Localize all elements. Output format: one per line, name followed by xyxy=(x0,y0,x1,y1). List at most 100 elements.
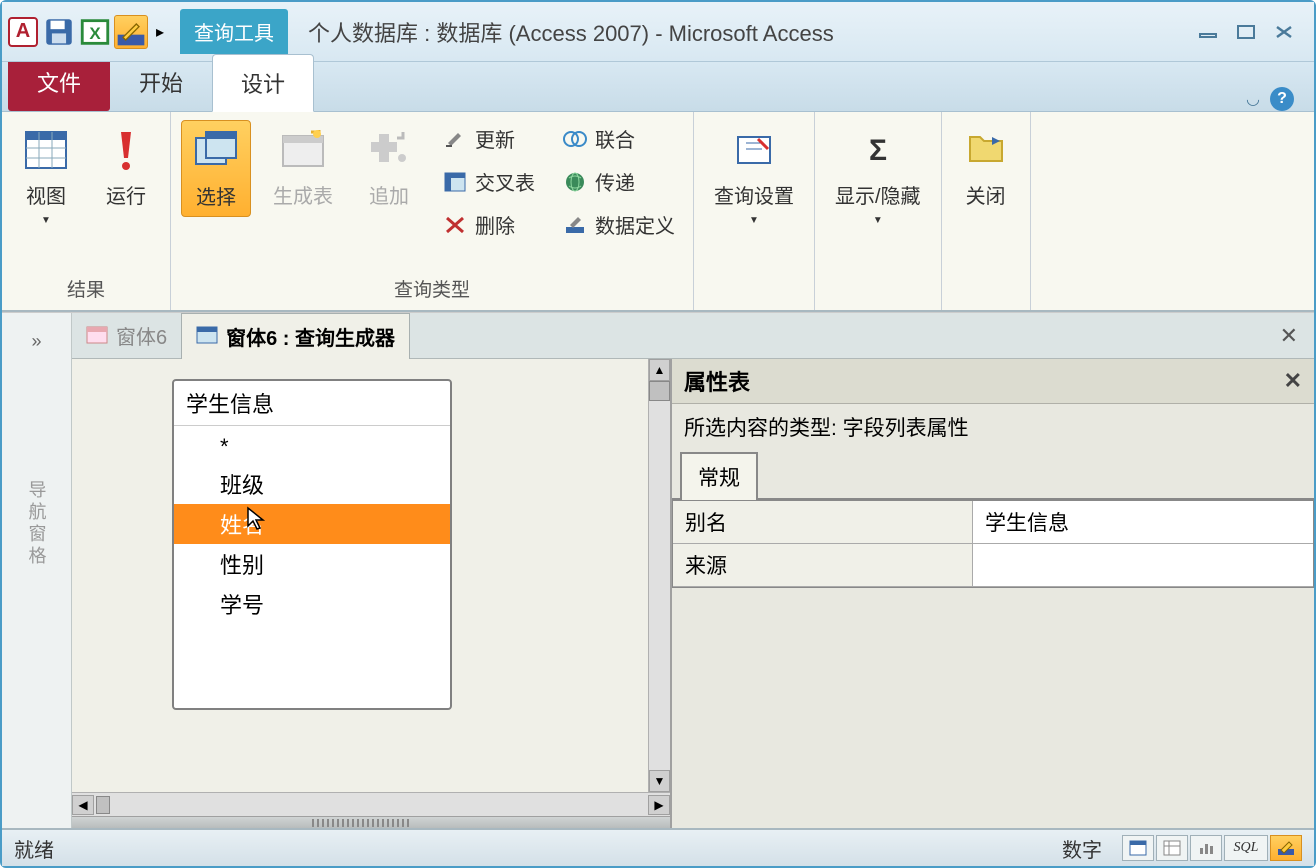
datadef-label: 数据定义 xyxy=(595,210,675,239)
design-view-button[interactable] xyxy=(1270,835,1302,861)
property-sheet: 属性表 ✕ 所选内容的类型: 字段列表属性 常规 别名 学生信息 来源 xyxy=(670,359,1314,828)
chart-view-button[interactable] xyxy=(1190,835,1222,861)
property-tab-general[interactable]: 常规 xyxy=(680,452,758,500)
group-label-results: 结果 xyxy=(12,271,160,306)
property-tabs: 常规 xyxy=(672,450,1314,500)
delete-icon xyxy=(443,213,467,237)
datadef-button[interactable]: 数据定义 xyxy=(555,206,683,243)
save-button[interactable] xyxy=(42,15,76,49)
qat-expand-button[interactable]: ▸ xyxy=(150,22,170,42)
scroll-down-button[interactable]: ▼ xyxy=(649,770,670,792)
query-icon xyxy=(196,326,218,346)
sigma-icon: Σ xyxy=(854,126,902,174)
hscroll-thumb[interactable] xyxy=(96,796,110,814)
svg-text:Σ: Σ xyxy=(869,134,887,167)
append-button[interactable]: 追加 xyxy=(355,120,423,215)
maketable-label: 生成表 xyxy=(273,180,333,209)
ribbon-help-area: ◡ ? xyxy=(1246,87,1314,111)
property-row-source[interactable]: 来源 xyxy=(673,544,1313,587)
scroll-thumb[interactable] xyxy=(649,381,670,401)
doc-tab-form-label: 窗体6 xyxy=(116,321,167,350)
query-setup-button[interactable]: 查询设置▼ xyxy=(704,120,804,232)
doc-tab-form[interactable]: 窗体6 xyxy=(72,313,181,358)
form-icon xyxy=(86,326,108,346)
table-field-list[interactable]: 学生信息 * 班级 姓名 性别 学号 xyxy=(172,379,452,710)
pane-splitter[interactable] xyxy=(72,816,670,828)
union-icon xyxy=(563,127,587,151)
close-label: 关闭 xyxy=(966,180,1006,209)
showhide-button[interactable]: Σ 显示/隐藏▼ xyxy=(825,120,931,232)
field-all[interactable]: * xyxy=(174,430,450,464)
view-button[interactable]: 视图 ▼ xyxy=(12,120,80,232)
doc-tab-querybuilder[interactable]: 窗体6 : 查询生成器 xyxy=(181,313,410,359)
datadef-icon xyxy=(563,213,587,237)
ribbon-group-close: 关闭 xyxy=(942,112,1031,310)
vertical-scrollbar[interactable]: ▲ ▼ xyxy=(648,359,670,792)
property-row-alias[interactable]: 别名 学生信息 xyxy=(673,501,1313,544)
scroll-up-button[interactable]: ▲ xyxy=(649,359,670,381)
datasheet-icon xyxy=(22,126,70,174)
nav-pane-label: 导航窗格 xyxy=(24,480,50,568)
union-button[interactable]: 联合 xyxy=(555,120,683,157)
property-grid: 别名 学生信息 来源 xyxy=(672,500,1314,588)
query-designer: 学生信息 * 班级 姓名 性别 学号 xyxy=(72,359,670,828)
property-header: 属性表 ✕ xyxy=(672,359,1314,404)
scroll-left-button[interactable]: ◀ xyxy=(72,795,94,815)
close-button[interactable] xyxy=(1270,21,1298,43)
delete-button[interactable]: 删除 xyxy=(435,206,543,243)
view-switcher: SQL xyxy=(1122,835,1302,861)
view-label: 视图 xyxy=(26,180,66,209)
field-class[interactable]: 班级 xyxy=(174,464,450,504)
showhide-label: 显示/隐藏 xyxy=(835,180,921,209)
setup-label: 查询设置 xyxy=(714,180,794,209)
prop-val-source[interactable] xyxy=(973,544,1313,586)
maketable-button[interactable]: 生成表 xyxy=(263,120,343,215)
ribbon-group-setup: 查询设置▼ xyxy=(694,112,815,310)
context-tab-label: 查询工具 xyxy=(180,9,288,54)
scroll-right-button[interactable]: ▶ xyxy=(648,795,670,815)
union-label: 联合 xyxy=(595,124,635,153)
append-icon xyxy=(365,126,413,174)
help-button[interactable]: ? xyxy=(1270,87,1294,111)
ribbon-collapse-button[interactable]: ◡ xyxy=(1246,89,1260,109)
maximize-button[interactable] xyxy=(1232,21,1260,43)
property-close-button[interactable]: ✕ xyxy=(1284,368,1302,394)
delete-label: 删除 xyxy=(475,210,515,239)
crosstab-button[interactable]: 交叉表 xyxy=(435,163,543,200)
minimize-button[interactable] xyxy=(1194,21,1222,43)
pivot-view-button[interactable] xyxy=(1156,835,1188,861)
app-menu-button[interactable]: A xyxy=(6,15,40,49)
edit-button[interactable] xyxy=(114,15,148,49)
prop-val-alias[interactable]: 学生信息 xyxy=(973,501,1313,543)
design-canvas[interactable]: 学生信息 * 班级 姓名 性别 学号 xyxy=(72,359,648,792)
doc-close-button[interactable]: ✕ xyxy=(1264,323,1314,349)
workspace: » 导航窗格 窗体6 窗体6 : 查询生成器 ✕ 学生信息 xyxy=(2,312,1314,828)
exclaim-icon xyxy=(102,126,150,174)
export-excel-button[interactable]: X xyxy=(78,15,112,49)
tab-design[interactable]: 设计 xyxy=(212,54,314,112)
window-title: 个人数据库 : 数据库 (Access 2007) - Microsoft Ac… xyxy=(288,16,1194,48)
maketable-icon xyxy=(279,126,327,174)
crosstab-label: 交叉表 xyxy=(475,167,535,196)
cursor-icon xyxy=(246,506,266,532)
ribbon-group-querytype: 选择 生成表 追加 更新 交叉表 删除 联合 传递 数据定义 查询类型 xyxy=(171,112,694,310)
ribbon-group-results: 视图 ▼ 运行 结果 xyxy=(2,112,171,310)
sql-view-button[interactable]: SQL xyxy=(1224,835,1268,861)
doc-tab-query-label: 窗体6 : 查询生成器 xyxy=(226,322,395,351)
ribbon: 视图 ▼ 运行 结果 选择 生成表 追加 更新 xyxy=(2,112,1314,312)
setup-icon xyxy=(730,126,778,174)
passthrough-button[interactable]: 传递 xyxy=(555,163,683,200)
field-id[interactable]: 学号 xyxy=(174,584,450,624)
close-query-button[interactable]: 关闭 xyxy=(952,120,1020,215)
folder-icon xyxy=(962,126,1010,174)
update-button[interactable]: 更新 xyxy=(435,120,543,157)
field-gender[interactable]: 性别 xyxy=(174,544,450,584)
datasheet-view-button[interactable] xyxy=(1122,835,1154,861)
nav-expand-button[interactable]: » xyxy=(23,323,49,360)
select-query-button[interactable]: 选择 xyxy=(181,120,251,217)
run-button[interactable]: 运行 xyxy=(92,120,160,215)
field-name[interactable]: 姓名 xyxy=(174,504,450,544)
horizontal-scrollbar[interactable]: ◀ ▶ xyxy=(72,792,670,816)
run-label: 运行 xyxy=(106,180,146,209)
quick-access-toolbar: A X ▸ xyxy=(2,15,174,49)
